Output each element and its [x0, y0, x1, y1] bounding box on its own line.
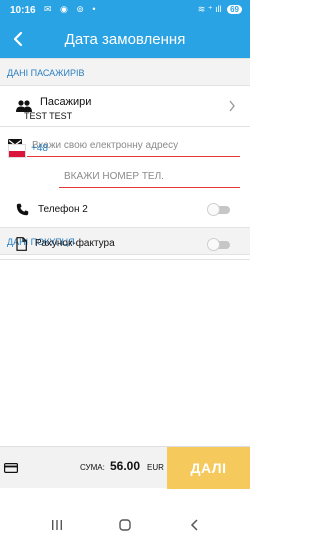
phone-field[interactable] — [59, 166, 240, 188]
recent-apps-icon[interactable] — [51, 519, 63, 531]
status-time: 10:16 — [10, 5, 36, 16]
chevron-right-icon[interactable] — [228, 100, 236, 112]
divider — [0, 126, 250, 127]
signal-icons: ≋ ⁺ ıll — [197, 4, 222, 14]
notification-icons: ✉ ◉ ⊚ • — [44, 4, 99, 14]
credit-card-icon — [4, 463, 18, 473]
page-title: Дата замовлення — [64, 31, 186, 48]
section-header-passengers: ДАНІ ПАСАЖИРІВ — [0, 58, 250, 86]
next-button[interactable]: ДАЛІ — [167, 447, 250, 489]
app-bar: Дата замовлення — [0, 22, 250, 58]
sum-currency: EUR — [147, 463, 164, 472]
phone-country-code[interactable]: +48 — [31, 143, 48, 154]
email-field[interactable] — [27, 135, 240, 157]
invoice-label: Рахунок-фактура — [35, 238, 115, 249]
home-icon[interactable] — [119, 519, 131, 531]
passengers-label: Пасажири — [40, 96, 92, 108]
battery-icon: 69 — [227, 5, 242, 14]
passengers-value: TEST TEST — [24, 111, 73, 121]
divider — [0, 259, 250, 260]
system-nav-bar — [0, 510, 250, 542]
sum-label: СУМА: — [80, 463, 105, 472]
sum-value: 56.00 — [110, 459, 141, 473]
document-icon — [16, 237, 27, 251]
nav-back-icon[interactable] — [189, 519, 201, 531]
phone2-label: Телефон 2 — [38, 204, 88, 215]
order-summary-bar: СУМА: 56.00 EUR ДАЛІ — [0, 446, 250, 489]
phone2-toggle[interactable] — [207, 203, 233, 216]
invoice-toggle[interactable] — [207, 238, 233, 251]
phone-icon — [16, 203, 29, 216]
poland-flag-icon[interactable] — [8, 144, 26, 158]
system-icons: ≋ ⁺ ıll 69 — [198, 4, 242, 15]
status-bar: 10:16 ✉ ◉ ⊚ • ≋ ⁺ ıll 69 — [0, 0, 250, 22]
